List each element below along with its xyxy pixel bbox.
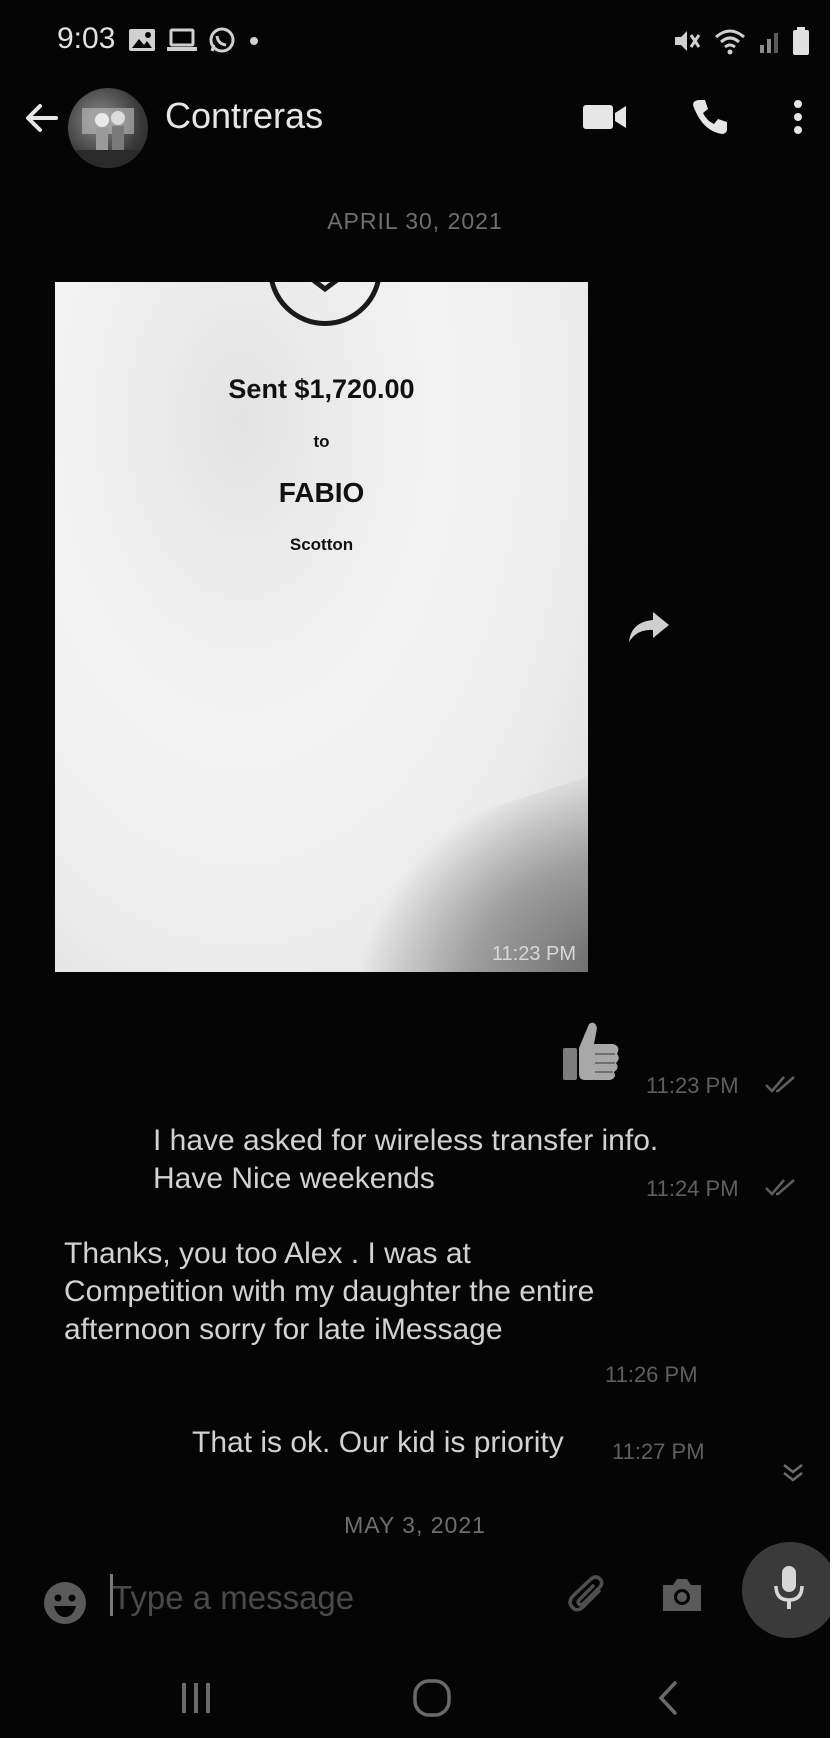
mute-icon bbox=[672, 27, 702, 60]
checkmark-icon bbox=[268, 282, 382, 326]
message-bubble-outgoing[interactable]: That is ok. Our kid is priority bbox=[192, 1424, 564, 1462]
dot-icon bbox=[246, 28, 262, 57]
mic-icon bbox=[774, 1566, 804, 1609]
image-message[interactable]: Sent $1,720.00 to FABIO Scotton 11:23 PM bbox=[55, 282, 588, 972]
read-receipt-icon bbox=[764, 1177, 798, 1203]
recipient-name: FABIO bbox=[278, 477, 365, 508]
message-text-line: Competition with my daughter the entire bbox=[64, 1275, 595, 1308]
phone-icon[interactable] bbox=[690, 97, 730, 142]
home-icon[interactable] bbox=[412, 1678, 452, 1723]
system-nav-bar bbox=[0, 1650, 830, 1738]
message-time: 11:27 PM bbox=[612, 1439, 705, 1464]
message-input[interactable] bbox=[110, 1572, 544, 1624]
message-text: That is ok. Our kid is priority bbox=[192, 1426, 564, 1459]
sent-to-label: to bbox=[313, 432, 330, 451]
message-composer bbox=[0, 1538, 830, 1648]
signal-icon bbox=[758, 27, 780, 60]
battery-icon bbox=[792, 26, 810, 61]
status-left-icons bbox=[128, 26, 262, 59]
whatsapp-icon bbox=[208, 26, 236, 59]
sent-amount: Sent $1,720.00 bbox=[228, 374, 415, 404]
wifi-icon bbox=[714, 27, 746, 60]
date-separator: MAY 3, 2021 bbox=[344, 1512, 486, 1538]
more-vert-icon[interactable] bbox=[790, 97, 806, 142]
attach-icon[interactable] bbox=[565, 1573, 611, 1624]
message-bubble-incoming[interactable]: Thanks, you too Alex . I was at Competit… bbox=[64, 1235, 594, 1349]
message-time: 11:24 PM bbox=[646, 1176, 739, 1201]
emoji-icon[interactable] bbox=[42, 1580, 88, 1631]
gallery-icon bbox=[128, 28, 156, 57]
back-icon[interactable] bbox=[655, 1678, 681, 1723]
video-call-icon[interactable] bbox=[582, 102, 628, 137]
date-separator: APRIL 30, 2021 bbox=[327, 208, 503, 234]
message-bubble-outgoing[interactable]: I have asked for wireless transfer info.… bbox=[153, 1122, 658, 1198]
message-time: 11:23 PM bbox=[646, 1073, 739, 1098]
camera-icon[interactable] bbox=[660, 1576, 704, 1619]
back-arrow-icon[interactable] bbox=[22, 98, 62, 143]
image-shadow bbox=[318, 771, 588, 972]
recents-icon[interactable] bbox=[178, 1680, 214, 1721]
laptop-icon bbox=[166, 28, 198, 57]
contact-name[interactable]: Contreras bbox=[165, 95, 323, 137]
message-text-line: Have Nice weekends bbox=[153, 1162, 435, 1195]
message-text-line: I have asked for wireless transfer info. bbox=[153, 1124, 659, 1157]
status-bar: 9:03 bbox=[0, 0, 830, 80]
status-right-icons bbox=[672, 26, 810, 61]
recipient-subname: Scotton bbox=[289, 535, 354, 554]
message-time: 11:26 PM bbox=[605, 1362, 698, 1387]
scroll-down-icon[interactable] bbox=[780, 1460, 806, 1491]
read-receipt-icon bbox=[764, 1074, 798, 1100]
image-message-time: 11:23 PM bbox=[491, 943, 576, 965]
phone-screen: 9:03 Contreras APRIL 30, 2021 Sent $1,72… bbox=[0, 0, 830, 1738]
forward-icon[interactable] bbox=[627, 610, 671, 649]
message-text-line: afternoon sorry for late iMessage bbox=[64, 1313, 503, 1346]
mic-button[interactable] bbox=[742, 1542, 830, 1638]
chat-header: Contreras bbox=[0, 80, 830, 190]
avatar[interactable] bbox=[68, 88, 148, 168]
status-time: 9:03 bbox=[57, 22, 116, 55]
thumbs-up-emoji[interactable] bbox=[555, 1018, 625, 1093]
message-text-line: Thanks, you too Alex . I was at bbox=[64, 1237, 471, 1270]
